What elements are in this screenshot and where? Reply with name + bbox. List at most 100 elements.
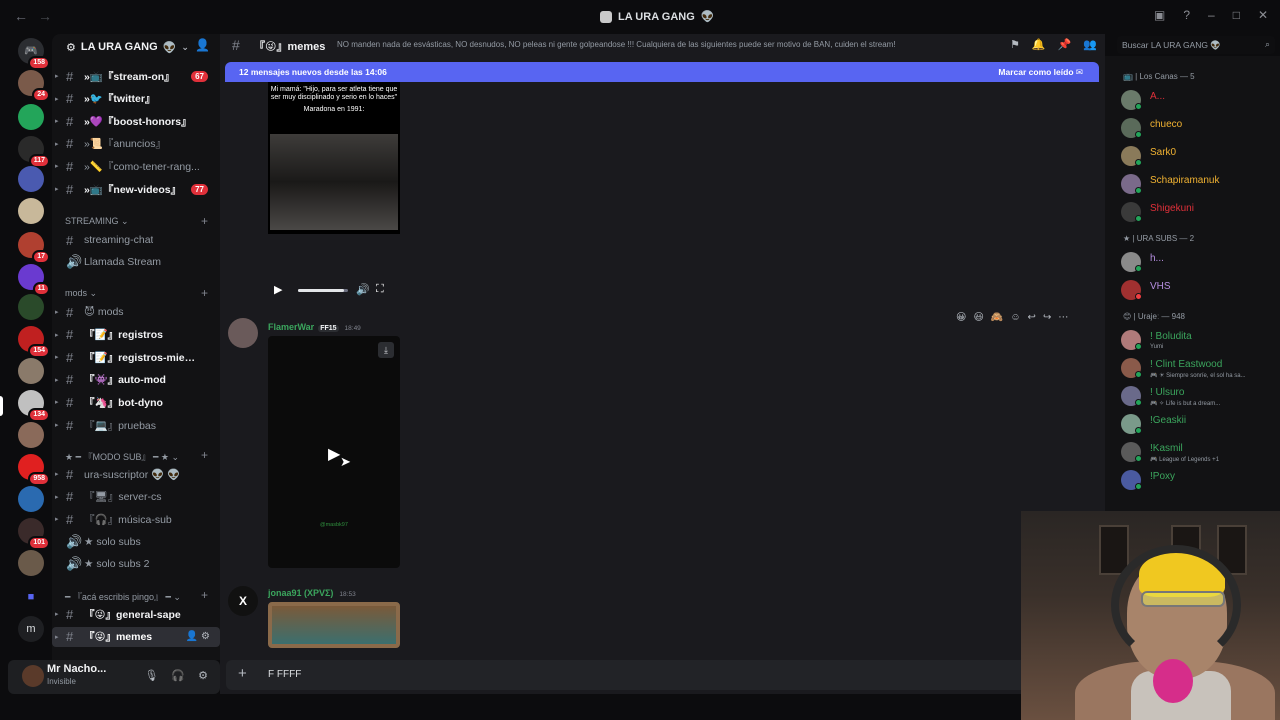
add-channel-icon[interactable]: + <box>201 286 208 300</box>
channel-item[interactable]: ▸ # »📜『anuncios』 <box>52 134 220 154</box>
server-icon[interactable] <box>18 294 44 320</box>
avatar[interactable] <box>228 318 258 348</box>
headphones-icon[interactable]: 🎧 <box>171 669 185 682</box>
channel-item[interactable]: ▸ # 『💻』pruebas <box>52 415 220 435</box>
help-icon[interactable]: ? <box>1183 8 1190 22</box>
server-icon[interactable]: m <box>18 616 44 642</box>
server-icon[interactable]: 134 <box>18 390 50 422</box>
close-icon[interactable]: ✕ <box>1258 8 1268 22</box>
add-reaction-icon[interactable]: ☺ <box>1010 312 1020 323</box>
member-item[interactable]: !Geaskii <box>1121 412 1280 438</box>
avatar[interactable] <box>22 665 44 687</box>
expand-arrow-icon[interactable]: ▸ <box>55 493 59 501</box>
add-attachment-icon[interactable]: + <box>238 665 247 682</box>
video-attachment[interactable]: ⤓ ▶ ➤ @masbk97 <box>268 336 400 568</box>
channel-item[interactable]: ▸ # 『👾』auto-mod <box>52 370 220 390</box>
channel-item[interactable]: ▸ # 『😜』general-sape <box>52 604 220 624</box>
channel-item[interactable]: ▸ # »📺『new-videos』 77 <box>52 179 220 199</box>
channel-item[interactable]: ▸ # ura-suscriptor 👽 👽 <box>52 464 220 484</box>
expand-arrow-icon[interactable]: ▸ <box>55 470 59 478</box>
member-item[interactable]: h... <box>1121 250 1280 276</box>
image-attachment[interactable] <box>268 602 400 648</box>
channel-item[interactable]: 🔊 ★ solo subs 2 <box>52 554 220 574</box>
minimize-icon[interactable]: – <box>1208 8 1215 22</box>
category-modo-sub[interactable]: ★ ━ 『MODO SUB』 ━ ★ ⌄ <box>65 450 179 463</box>
expand-arrow-icon[interactable]: ▸ <box>55 421 59 429</box>
channel-settings-icon[interactable]: 👤 ⚙ <box>186 631 210 642</box>
member-item[interactable]: A... <box>1121 88 1280 114</box>
volume-slider[interactable] <box>298 289 348 292</box>
channel-item[interactable]: ▸ # »🐦『twitter』 <box>52 89 220 109</box>
expand-arrow-icon[interactable]: ▸ <box>55 117 59 125</box>
pin-icon[interactable]: 📌 <box>1058 38 1072 51</box>
direct-messages-icon[interactable]: 🎮 158 <box>18 38 50 70</box>
server-icon[interactable]: 958 <box>18 454 50 486</box>
play-icon[interactable]: ▶ <box>328 444 340 464</box>
expand-arrow-icon[interactable]: ▸ <box>55 308 59 316</box>
expand-arrow-icon[interactable]: ▸ <box>55 95 59 103</box>
server-icon[interactable] <box>18 486 44 512</box>
server-icon[interactable] <box>18 422 44 448</box>
expand-arrow-icon[interactable]: ▸ <box>55 162 59 170</box>
server-header[interactable]: ⚙ LA URA GANG 👽 ⌄ 👤 <box>52 36 220 58</box>
member-item[interactable]: Schapiramanuk <box>1121 172 1280 198</box>
channel-item[interactable]: ▸ # 『📝』registros-miem... <box>52 347 220 367</box>
expand-arrow-icon[interactable]: ▸ <box>55 353 59 361</box>
threads-icon[interactable]: ⚑ <box>1010 38 1020 51</box>
server-icon[interactable]: 17 <box>18 232 50 264</box>
member-item[interactable]: ! Boludita Yumi <box>1121 328 1280 354</box>
server-icon[interactable] <box>18 198 44 224</box>
channel-streaming-chat[interactable]: # streaming-chat <box>52 230 220 250</box>
add-channel-icon[interactable]: + <box>201 588 208 602</box>
meme-image[interactable]: Mi mamá: "Hijo, para ser atleta tiene qu… <box>268 82 400 234</box>
avatar[interactable]: X <box>228 586 258 616</box>
bell-icon[interactable]: 🔔 <box>1032 38 1046 51</box>
reaction-icon[interactable]: 😀 <box>956 312 966 323</box>
gear-icon[interactable]: ⚙ <box>198 669 208 682</box>
member-item[interactable]: ! Clint Eastwood 🎮 ☀ Siempre sonríe, el s… <box>1121 356 1280 382</box>
expand-arrow-icon[interactable]: ▸ <box>55 610 59 618</box>
play-icon[interactable]: ▶ <box>274 283 282 296</box>
forward-icon[interactable]: ↪ <box>1043 312 1051 323</box>
server-icon[interactable]: 117 <box>18 136 50 168</box>
member-item[interactable]: !Poxy <box>1121 468 1280 494</box>
expand-arrow-icon[interactable]: ▸ <box>55 515 59 523</box>
expand-arrow-icon[interactable]: ▸ <box>55 398 59 406</box>
maximize-icon[interactable]: □ <box>1233 8 1240 22</box>
category-aca-escribis[interactable]: ━ 『acá escribis pingo』 ━ ⌄ <box>65 590 181 603</box>
expand-arrow-icon[interactable]: ▸ <box>55 376 59 384</box>
expand-arrow-icon[interactable]: ▸ <box>55 633 59 641</box>
server-icon[interactable] <box>18 358 44 384</box>
member-item[interactable]: VHS <box>1121 278 1280 304</box>
member-item[interactable]: Shigekuni <box>1121 200 1280 226</box>
expand-arrow-icon[interactable]: ▸ <box>55 185 59 193</box>
channel-item[interactable]: ▸ # 『🖥』server-cs <box>52 487 220 507</box>
message-author[interactable]: FlamerWar <box>268 322 314 332</box>
mark-as-read-button[interactable]: Marcar como leído ✉ <box>998 67 1083 78</box>
message-author[interactable]: jonaa91 (XPVΣ) <box>268 588 333 598</box>
server-icon[interactable] <box>18 550 44 576</box>
server-icon[interactable]: 101 <box>18 518 50 550</box>
channel-topic[interactable]: NO manden nada de esvásticas, NO desnudo… <box>337 40 896 49</box>
inbox-icon[interactable]: ▣ <box>1154 8 1165 22</box>
expand-arrow-icon[interactable]: ▸ <box>55 140 59 148</box>
channel-item[interactable]: 🔊 ★ solo subs <box>52 532 220 552</box>
folder-icon[interactable]: ■ <box>18 584 44 610</box>
invite-icon[interactable]: 👤 <box>195 38 210 52</box>
message-composer[interactable]: + F FFFF 🎁 ▤ <box>226 660 1100 690</box>
channel-item[interactable]: ▸ # 『🦄』bot-dyno <box>52 392 220 412</box>
server-icon[interactable]: 24 <box>18 70 50 102</box>
search-input[interactable]: Buscar LA URA GANG 👽 ⌕ <box>1117 36 1275 54</box>
expand-arrow-icon[interactable]: ▸ <box>55 331 59 339</box>
channel-item[interactable]: ▸ # 😈 mods <box>52 302 220 322</box>
channel-item[interactable]: ▸ # 『📝』registros <box>52 325 220 345</box>
channel-item[interactable]: ▸ # »💜『boost-honors』 <box>52 111 220 131</box>
server-icon[interactable] <box>18 104 44 130</box>
back-arrow-icon[interactable]: ← <box>14 8 28 24</box>
channel-item[interactable]: ▸ # »📏『como-tener-rang... <box>52 156 220 176</box>
channel-item[interactable]: ▸ # 『🎧』música-sub <box>52 509 220 529</box>
channel-item[interactable]: ▸ # 『😜』memes 👤 ⚙ <box>52 626 220 647</box>
reply-icon[interactable]: ↩ <box>1028 312 1036 323</box>
fullscreen-icon[interactable]: ⛶ <box>376 283 384 296</box>
message-input[interactable]: F FFFF <box>268 669 301 680</box>
